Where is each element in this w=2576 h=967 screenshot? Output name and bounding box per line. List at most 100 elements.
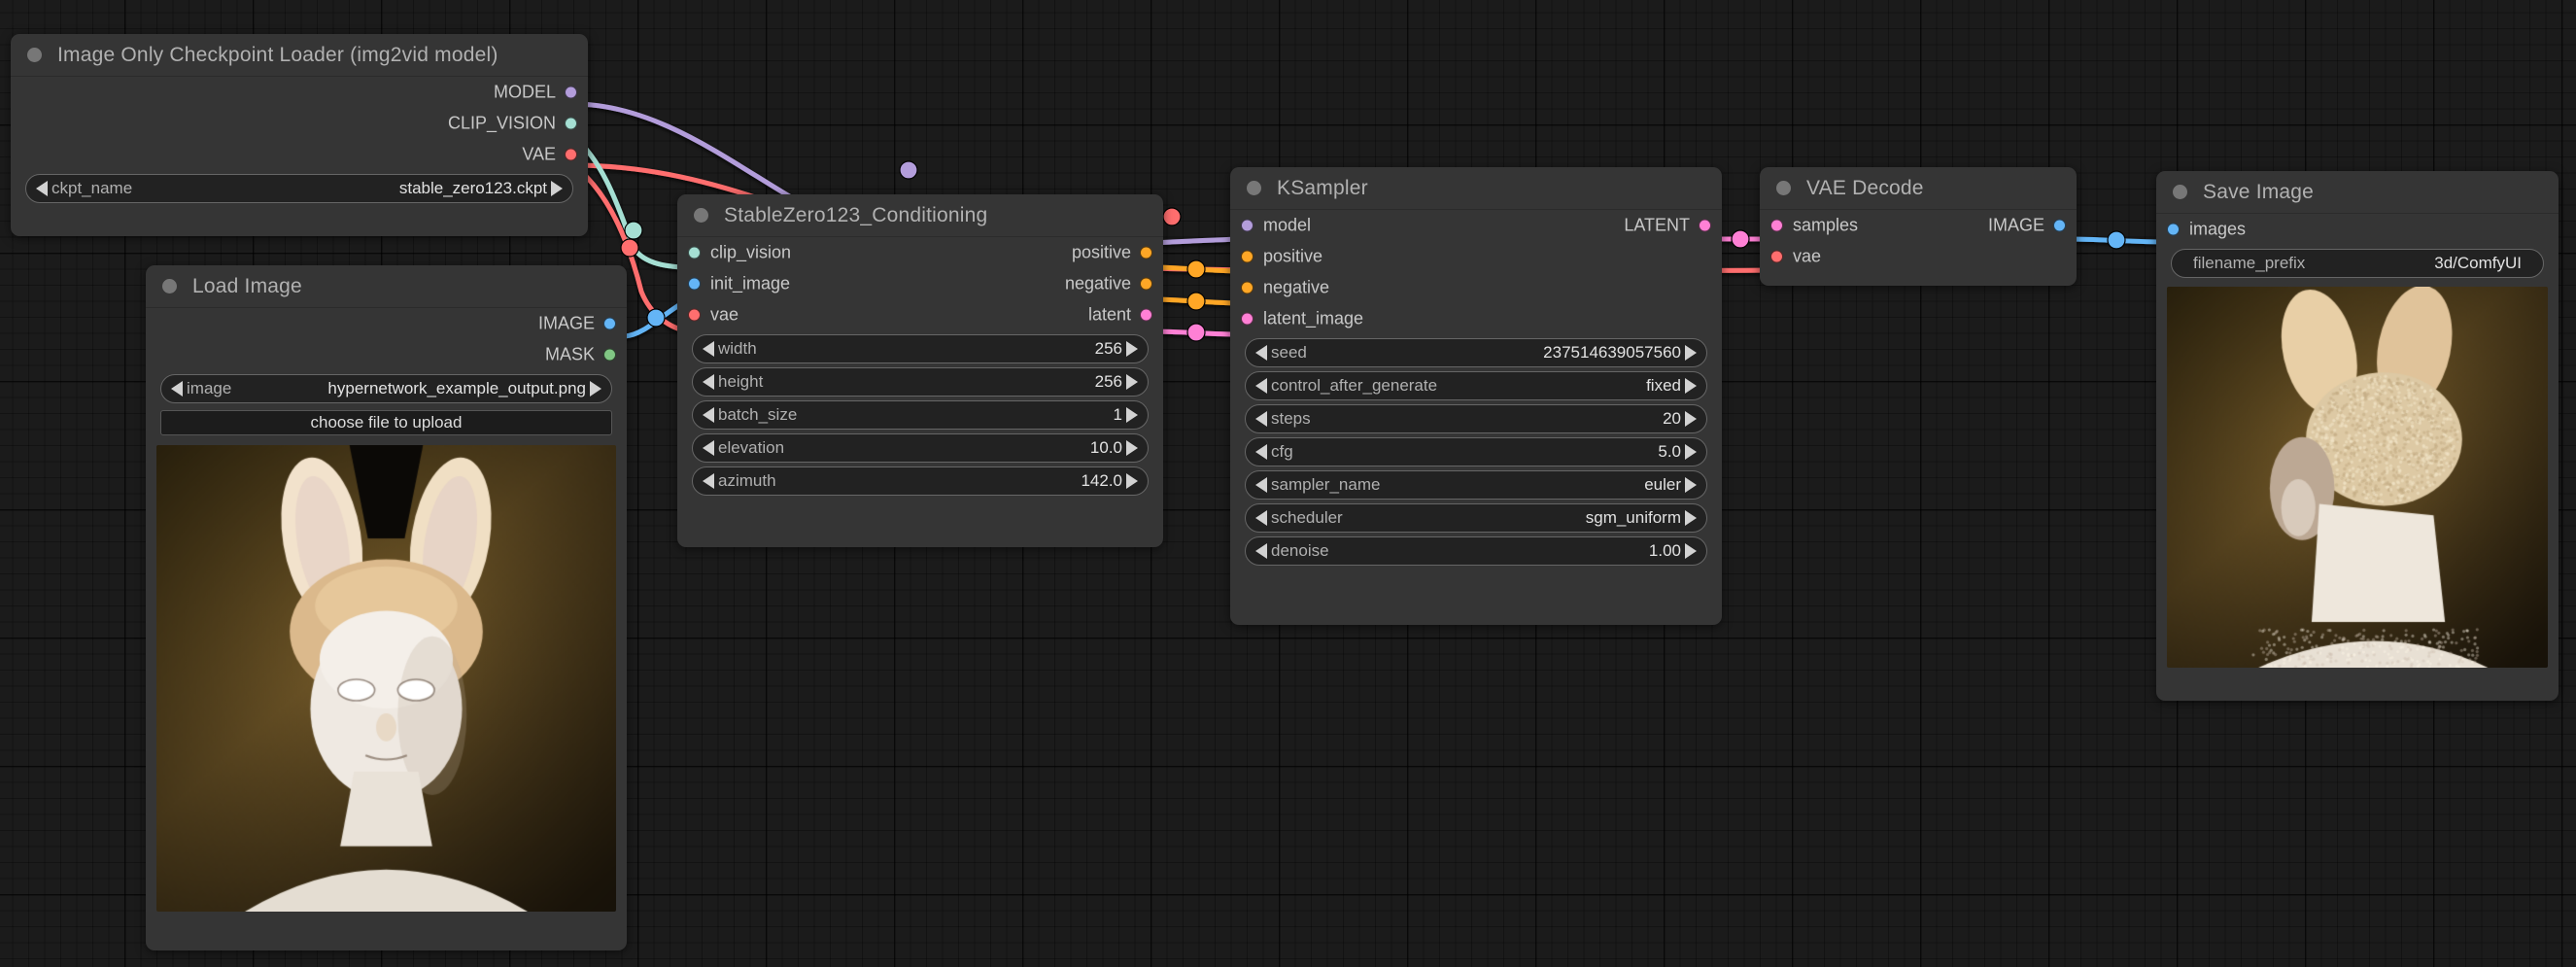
next-arrow-icon[interactable] xyxy=(551,181,563,196)
node-save-image[interactable]: Save Image images filename_prefix 3d/Com… xyxy=(2156,171,2559,701)
slot-dot-clip-vision[interactable] xyxy=(565,118,577,130)
output-slot-mask[interactable]: MASK xyxy=(146,339,627,370)
widget-cfg[interactable]: cfg 5.0 xyxy=(1245,437,1707,466)
node-image-only-checkpoint-loader[interactable]: Image Only Checkpoint Loader (img2vid mo… xyxy=(11,34,588,236)
widget-seed[interactable]: seed 237514639057560 xyxy=(1245,338,1707,367)
prev-arrow-icon[interactable] xyxy=(703,341,714,357)
input-slot-images[interactable]: images xyxy=(2156,214,2559,245)
widget-batch-size[interactable]: batch_size 1 xyxy=(692,400,1149,430)
slot-dot-negative[interactable] xyxy=(1241,282,1254,294)
slot-dot-negative[interactable] xyxy=(1140,278,1152,291)
slot-dot-init-image[interactable] xyxy=(688,278,701,291)
next-arrow-icon[interactable] xyxy=(1685,411,1697,427)
slot-dot-vae[interactable] xyxy=(565,149,577,161)
output-slot-clip-vision[interactable]: CLIP_VISION xyxy=(11,108,588,139)
widget-sampler-name[interactable]: sampler_name euler xyxy=(1245,470,1707,500)
widget-ckpt-name[interactable]: ckpt_name stable_zero123.ckpt xyxy=(25,174,573,203)
widget-azimuth[interactable]: azimuth 142.0 xyxy=(692,466,1149,496)
collapse-dot-icon[interactable] xyxy=(2173,185,2187,199)
widget-width[interactable]: width 256 xyxy=(692,334,1149,363)
slot-row-samples-image[interactable]: samples IMAGE xyxy=(1760,210,2077,241)
slot-dot-clip-vision[interactable] xyxy=(688,247,701,259)
node-load-image[interactable]: Load Image IMAGE MASK image hypernetwork… xyxy=(146,265,627,950)
slot-dot-vae[interactable] xyxy=(1770,251,1783,263)
slot-row-vae-latent[interactable]: vae latent xyxy=(677,299,1163,330)
next-arrow-icon[interactable] xyxy=(1685,543,1697,559)
collapse-dot-icon[interactable] xyxy=(694,208,708,223)
slot-dot-model[interactable] xyxy=(1241,220,1254,232)
prev-arrow-icon[interactable] xyxy=(1255,477,1267,493)
input-slot-positive[interactable]: positive xyxy=(1230,241,1722,272)
widget-denoise[interactable]: denoise 1.00 xyxy=(1245,536,1707,566)
slot-row-init-image-negative[interactable]: init_image negative xyxy=(677,268,1163,299)
prev-arrow-icon[interactable] xyxy=(171,381,183,397)
output-slot-image[interactable]: IMAGE xyxy=(146,308,627,339)
prev-arrow-icon[interactable] xyxy=(703,374,714,390)
widget-filename-prefix[interactable]: filename_prefix 3d/ComfyUI xyxy=(2171,249,2544,278)
slot-dot-vae[interactable] xyxy=(688,309,701,322)
slot-dot-latent[interactable] xyxy=(1140,309,1152,322)
widget-height[interactable]: height 256 xyxy=(692,367,1149,397)
widget-image[interactable]: image hypernetwork_example_output.png xyxy=(160,374,612,403)
next-arrow-icon[interactable] xyxy=(1126,440,1138,456)
node-graph-canvas[interactable]: Image Only Checkpoint Loader (img2vid mo… xyxy=(0,0,2576,967)
prev-arrow-icon[interactable] xyxy=(1255,510,1267,526)
slot-dot-image[interactable] xyxy=(603,318,616,330)
slot-dot-images[interactable] xyxy=(2167,224,2180,236)
slot-dot-mask[interactable] xyxy=(603,349,616,362)
next-arrow-icon[interactable] xyxy=(1685,378,1697,394)
collapse-dot-icon[interactable] xyxy=(1776,181,1791,195)
collapse-dot-icon[interactable] xyxy=(162,279,177,294)
slot-dot-latent-out[interactable] xyxy=(1699,220,1711,232)
widget-elevation[interactable]: elevation 10.0 xyxy=(692,433,1149,463)
slot-row-clip-vision-positive[interactable]: clip_vision positive xyxy=(677,237,1163,268)
next-arrow-icon[interactable] xyxy=(1685,510,1697,526)
widget-scheduler[interactable]: scheduler sgm_uniform xyxy=(1245,503,1707,533)
node-header[interactable]: StableZero123_Conditioning xyxy=(677,194,1163,237)
node-header[interactable]: Image Only Checkpoint Loader (img2vid mo… xyxy=(11,34,588,77)
collapse-dot-icon[interactable] xyxy=(27,48,42,62)
collapse-dot-icon[interactable] xyxy=(1247,181,1261,195)
node-vae-decode[interactable]: VAE Decode samples IMAGE vae xyxy=(1760,167,2077,286)
input-slot-negative[interactable]: negative xyxy=(1230,272,1722,303)
prev-arrow-icon[interactable] xyxy=(1255,411,1267,427)
next-arrow-icon[interactable] xyxy=(1126,341,1138,357)
next-arrow-icon[interactable] xyxy=(1126,473,1138,489)
image-preview-front[interactable] xyxy=(156,445,616,912)
next-arrow-icon[interactable] xyxy=(1685,477,1697,493)
node-stablezero123-conditioning[interactable]: StableZero123_Conditioning clip_vision p… xyxy=(677,194,1163,547)
slot-dot-positive[interactable] xyxy=(1241,251,1254,263)
prev-arrow-icon[interactable] xyxy=(1255,444,1267,460)
next-arrow-icon[interactable] xyxy=(1685,444,1697,460)
prev-arrow-icon[interactable] xyxy=(1255,345,1267,361)
prev-arrow-icon[interactable] xyxy=(1255,378,1267,394)
image-preview-back[interactable] xyxy=(2167,287,2548,668)
slot-dot-image[interactable] xyxy=(2053,220,2066,232)
input-slot-vae[interactable]: vae xyxy=(1760,241,2077,272)
node-header[interactable]: KSampler xyxy=(1230,167,1722,210)
prev-arrow-icon[interactable] xyxy=(703,440,714,456)
widget-control-after-generate[interactable]: control_after_generate fixed xyxy=(1245,371,1707,400)
prev-arrow-icon[interactable] xyxy=(1255,543,1267,559)
next-arrow-icon[interactable] xyxy=(1685,345,1697,361)
slot-dot-latent-image[interactable] xyxy=(1241,313,1254,326)
next-arrow-icon[interactable] xyxy=(590,381,601,397)
widget-steps[interactable]: steps 20 xyxy=(1245,404,1707,433)
choose-file-to-upload-button[interactable]: choose file to upload xyxy=(160,410,612,435)
output-slot-vae[interactable]: VAE xyxy=(11,139,588,170)
node-header[interactable]: VAE Decode xyxy=(1760,167,2077,210)
prev-arrow-icon[interactable] xyxy=(703,473,714,489)
input-slot-latent-image[interactable]: latent_image xyxy=(1230,303,1722,334)
next-arrow-icon[interactable] xyxy=(1126,374,1138,390)
slot-dot-samples[interactable] xyxy=(1770,220,1783,232)
slot-dot-model[interactable] xyxy=(565,86,577,99)
node-ksampler[interactable]: KSampler model LATENT positive negative … xyxy=(1230,167,1722,625)
slot-dot-positive[interactable] xyxy=(1140,247,1152,259)
output-slot-model[interactable]: MODEL xyxy=(11,77,588,108)
prev-arrow-icon[interactable] xyxy=(36,181,48,196)
next-arrow-icon[interactable] xyxy=(1126,407,1138,423)
node-header[interactable]: Save Image xyxy=(2156,171,2559,214)
slot-row-model-latent[interactable]: model LATENT xyxy=(1230,210,1722,241)
prev-arrow-icon[interactable] xyxy=(703,407,714,423)
node-header[interactable]: Load Image xyxy=(146,265,627,308)
